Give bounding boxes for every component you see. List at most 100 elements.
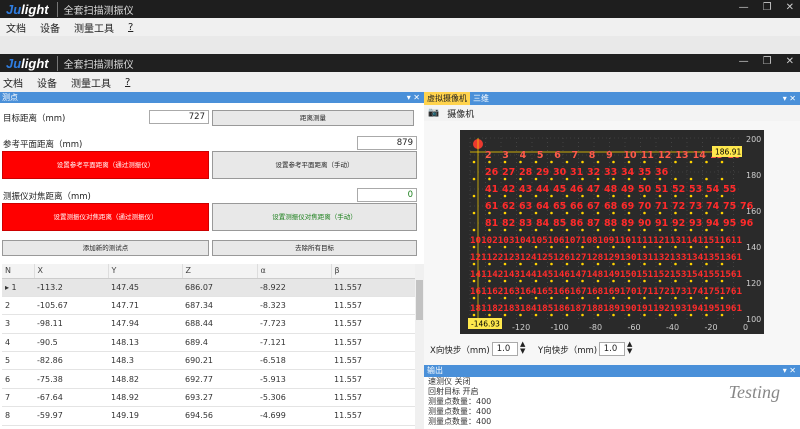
focus-input[interactable]: 0	[357, 188, 417, 202]
table-row[interactable]: 6 -75.38 148.82 692.77 -5.913 11.557	[2, 369, 422, 389]
pin-icon[interactable]: ▾ ✕	[407, 92, 420, 103]
x-step-spinner[interactable]: ▲ ▼	[520, 341, 525, 355]
measurement-point	[565, 211, 569, 215]
table-cell: 149.19	[108, 406, 182, 426]
close-icon[interactable]: ✕	[786, 2, 794, 13]
restore-icon[interactable]: ❐	[763, 56, 772, 67]
set-focus-manual-button[interactable]: 设置测振仪对焦距离（手动）	[212, 203, 417, 231]
camera-plot[interactable]: 2345678910111213141516262728293031323334…	[460, 130, 764, 334]
measurement-point	[550, 177, 553, 181]
output-pin-icon[interactable]: ▾ ✕	[783, 365, 796, 377]
measurement-point	[488, 211, 491, 215]
point-label: 72	[672, 201, 685, 212]
col-beta[interactable]: β	[331, 264, 422, 279]
measurement-point	[488, 177, 491, 181]
camera-tabs: 虚拟摄像机 三维 ▾ ✕	[424, 92, 800, 105]
table-row[interactable]: ▸ 1 -113.2 147.45 686.07 -8.922 11.557	[2, 278, 422, 297]
remove-targets-button[interactable]: 去除所有目标	[212, 240, 417, 256]
inner-menubar: 文档 设备 测量工具 ?	[0, 72, 800, 92]
watermark: Testing	[728, 382, 780, 402]
menu-document[interactable]: 文档	[6, 20, 26, 35]
menu-help[interactable]: ?	[125, 77, 130, 88]
point-label: 32	[587, 167, 600, 178]
y-step-input[interactable]: 1.0	[599, 342, 625, 356]
measurement-point	[534, 279, 538, 283]
table-cell: 694.56	[182, 406, 257, 426]
table-cell: -7.121	[257, 333, 331, 353]
measurement-point	[550, 160, 553, 164]
measurement-point	[674, 228, 677, 232]
x-tick-label: -120	[512, 323, 530, 332]
measurement-point	[534, 245, 538, 249]
table-cell: 11.557	[331, 388, 422, 408]
menu-device[interactable]: 设备	[40, 20, 60, 35]
camera-view[interactable]: 2345678910111213141516262728293031323334…	[460, 130, 764, 334]
point-label: 3	[502, 150, 509, 161]
table-row[interactable]: 2 -105.67 147.71 687.34 -8.323 11.557	[2, 296, 422, 316]
menu-document[interactable]: 文档	[3, 75, 23, 90]
col-x[interactable]: X	[34, 264, 109, 279]
col-n[interactable]: N	[2, 264, 35, 279]
measurement-point	[658, 313, 662, 317]
x-tick-label: -80	[589, 323, 602, 332]
measurement-point	[643, 245, 646, 249]
minimize-icon[interactable]: —	[739, 2, 749, 13]
set-ref-auto-button[interactable]: 设置参考平面距离（通过测振仪）	[2, 151, 209, 179]
point-label: 35	[638, 167, 651, 178]
table-row[interactable]: 3 -98.11 147.94 688.44 -7.723 11.557	[2, 314, 422, 334]
point-label: 34	[621, 167, 635, 178]
camera-icon[interactable]: 📷	[428, 108, 439, 118]
ref-plane-label: 参考平面距离（mm)	[3, 140, 83, 150]
menu-tools[interactable]: 测量工具	[71, 75, 111, 90]
measurement-point	[689, 228, 693, 232]
measurement-point	[488, 279, 491, 283]
menu-device[interactable]: 设备	[37, 75, 57, 90]
measurement-point	[596, 160, 600, 164]
ref-plane-input[interactable]: 879	[357, 136, 417, 150]
add-point-button[interactable]: 添加新的测试点	[2, 240, 209, 256]
col-z[interactable]: Z	[182, 264, 258, 279]
point-label: 28	[519, 167, 533, 178]
measurement-point	[550, 313, 553, 317]
measurement-point	[519, 194, 522, 198]
table-row[interactable]: 8 -59.97 149.19 694.56 -4.699 11.557	[2, 406, 422, 426]
table-row[interactable]: 4 -90.5 148.13 689.4 -7.121 11.557	[2, 333, 422, 353]
measurement-point	[658, 296, 662, 300]
table-cell: -75.38	[34, 369, 108, 389]
point-label: 90	[638, 218, 652, 229]
points-table[interactable]: N X Y Z α β ▸ 1 -113.2 147.45 686.07 -8.922 1…	[2, 264, 422, 429]
tab-virtual-camera[interactable]: 虚拟摄像机	[424, 92, 470, 105]
table-row[interactable]: 5 -82.86 148.3 690.21 -6.518 11.557	[2, 351, 422, 371]
point-label: 8	[589, 150, 596, 161]
x-tick-label: -40	[666, 323, 679, 332]
col-y[interactable]: Y	[108, 264, 183, 279]
measurement-point	[472, 245, 476, 249]
close-icon[interactable]: ✕	[786, 56, 794, 67]
point-label: 68	[604, 201, 618, 212]
distance-measure-button[interactable]: 距离测量	[212, 110, 414, 126]
x-step-input[interactable]: 1.0	[492, 342, 518, 356]
measurement-point	[472, 177, 476, 181]
output-line: 测量点数量：400	[428, 407, 492, 416]
measurement-point	[612, 296, 615, 300]
set-focus-auto-button[interactable]: 设置测振仪对焦距离（通过测振仪）	[2, 203, 209, 231]
col-alpha[interactable]: α	[257, 264, 332, 279]
menu-help[interactable]: ?	[128, 22, 133, 33]
tab-3d[interactable]: 三维	[470, 92, 492, 105]
point-label: 75	[723, 201, 736, 212]
camera-panel: 虚拟摄像机 三维 ▾ ✕ 📷 摄像机 234567891011121314151…	[424, 92, 800, 429]
measurement-point	[503, 245, 507, 249]
measurement-point	[488, 262, 491, 266]
table-row[interactable]: 7 -67.64 148.92 693.27 -5.306 11.557	[2, 388, 422, 408]
set-ref-manual-button[interactable]: 设置参考平面距离（手动）	[212, 151, 417, 179]
target-distance-input[interactable]: 727	[149, 110, 209, 124]
table-scrollbar[interactable]	[415, 264, 424, 429]
measurement-point	[596, 313, 600, 317]
menu-tools[interactable]: 测量工具	[74, 20, 114, 35]
y-step-spinner[interactable]: ▲ ▼	[627, 341, 632, 355]
scrollbar-thumb[interactable]	[416, 280, 423, 320]
restore-icon[interactable]: ❐	[763, 2, 772, 13]
panel-pin-icon[interactable]: ▾ ✕	[783, 94, 796, 103]
minimize-icon[interactable]: —	[739, 56, 749, 67]
measurement-point	[705, 296, 708, 300]
